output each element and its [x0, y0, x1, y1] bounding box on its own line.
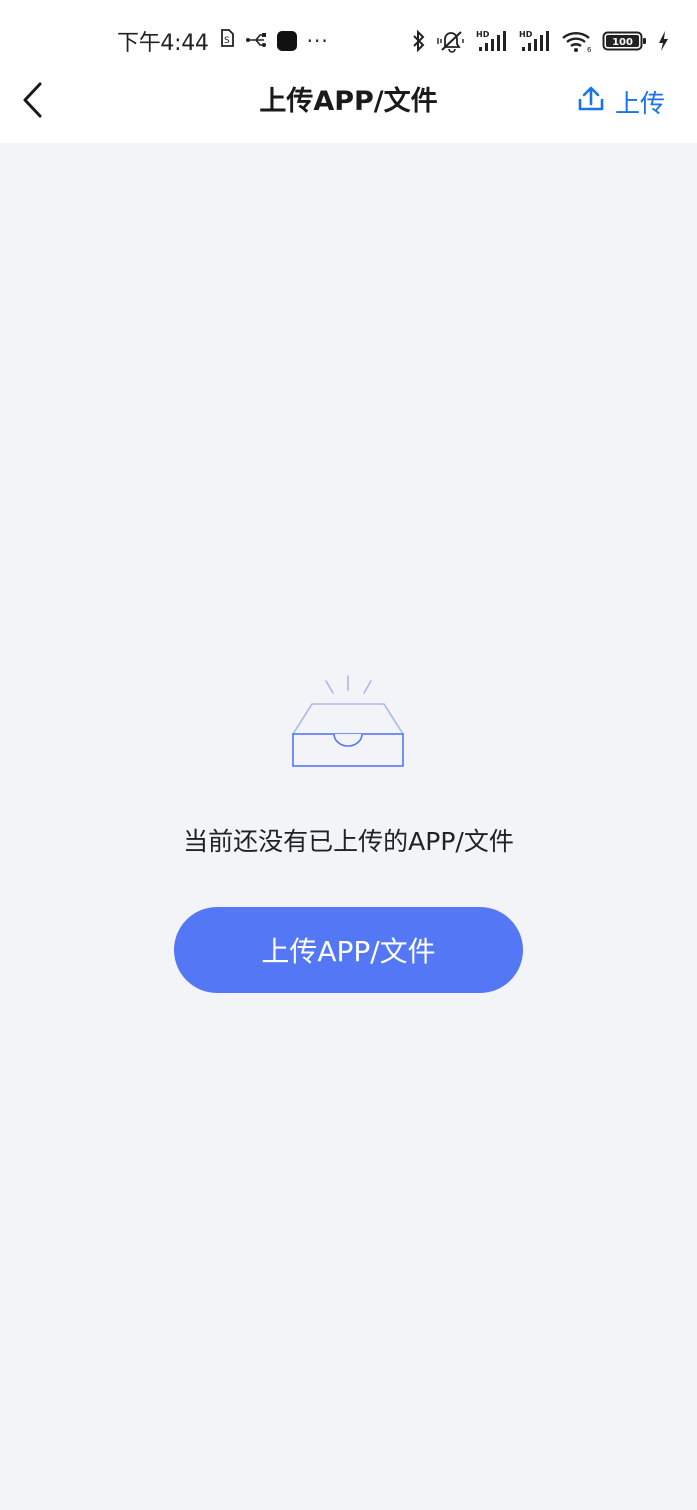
status-left: 下午4:44 S ··· — [117, 26, 329, 56]
svg-text:6: 6 — [587, 46, 592, 53]
status-bar: 下午4:44 S ··· HD HD 6 100 — [0, 0, 697, 80]
empty-state-message: 当前还没有已上传的APP/文件 — [183, 827, 514, 856]
empty-tray-icon — [288, 672, 408, 772]
usb-icon — [245, 29, 267, 54]
wifi-icon: 6 — [561, 29, 593, 53]
upload-icon — [577, 85, 605, 119]
battery-icon: 100 — [602, 29, 648, 53]
signal-hd-icon: HD — [475, 29, 509, 53]
battery-level: 100 — [612, 37, 633, 48]
bluetooth-icon — [411, 29, 427, 53]
svg-text:HD: HD — [476, 30, 490, 39]
mute-icon — [436, 29, 466, 53]
svg-text:HD: HD — [519, 30, 533, 39]
upload-label: 上传 — [614, 89, 665, 118]
status-right: HD HD 6 100 — [411, 26, 669, 56]
charging-icon — [657, 29, 669, 53]
app-notification-icon — [276, 31, 297, 51]
status-overflow: ··· — [306, 29, 329, 53]
nav-bar: 上传APP/文件 上传 — [0, 80, 697, 143]
upload-button[interactable]: 上传 — [577, 82, 665, 122]
upload-app-file-button[interactable]: 上传APP/文件 — [174, 907, 523, 993]
status-time: 下午4:44 — [117, 31, 209, 56]
sim-icon: S — [219, 28, 235, 54]
signal-hd-icon: HD — [518, 29, 552, 53]
svg-text:S: S — [224, 36, 230, 46]
